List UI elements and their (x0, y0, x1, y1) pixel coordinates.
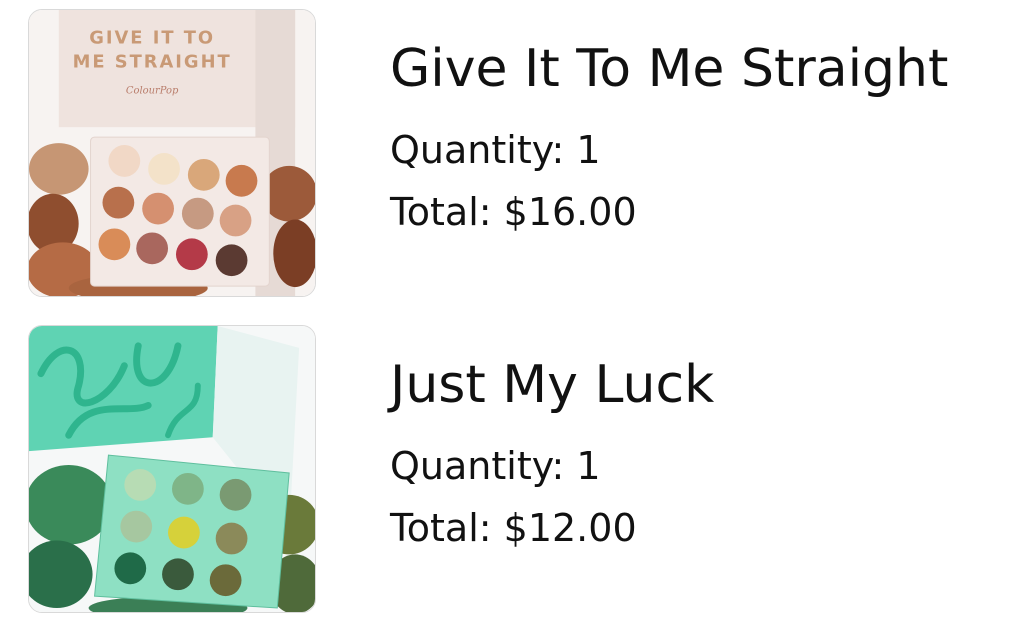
cart-item-details: Give It To Me Straight Quantity: 1 Total… (390, 43, 948, 231)
quantity-value: 1 (576, 444, 601, 488)
svg-text:GIVE IT TO: GIVE IT TO (89, 28, 215, 49)
quantity-value: 1 (576, 128, 601, 172)
total-value: $12.00 (503, 506, 637, 550)
product-name[interactable]: Just My Luck (390, 359, 714, 411)
total-label: Total: (390, 190, 492, 234)
product-image[interactable]: GIVE IT TO ME STRAIGHT ColourPop (28, 9, 316, 297)
product-name[interactable]: Give It To Me Straight (390, 43, 948, 95)
quantity-line: Quantity: 1 (390, 131, 948, 169)
total-line: Total: $16.00 (390, 193, 948, 231)
total-label: Total: (390, 506, 492, 550)
cart-item[interactable]: Just My Luck Quantity: 1 Total: $12.00 (28, 325, 1008, 615)
eyeshadow-palette-image: GIVE IT TO ME STRAIGHT ColourPop (29, 10, 315, 296)
svg-text:ColourPop: ColourPop (126, 85, 179, 96)
total-line: Total: $12.00 (390, 509, 714, 547)
total-value: $16.00 (503, 190, 637, 234)
eyeshadow-palette-image (29, 326, 315, 612)
cart-item-details: Just My Luck Quantity: 1 Total: $12.00 (390, 359, 714, 547)
quantity-line: Quantity: 1 (390, 447, 714, 485)
quantity-label: Quantity: (390, 444, 565, 488)
quantity-label: Quantity: (390, 128, 565, 172)
cart-item[interactable]: GIVE IT TO ME STRAIGHT ColourPop Give It… (28, 9, 1008, 299)
product-image[interactable] (28, 325, 316, 613)
svg-text:ME STRAIGHT: ME STRAIGHT (73, 52, 232, 73)
